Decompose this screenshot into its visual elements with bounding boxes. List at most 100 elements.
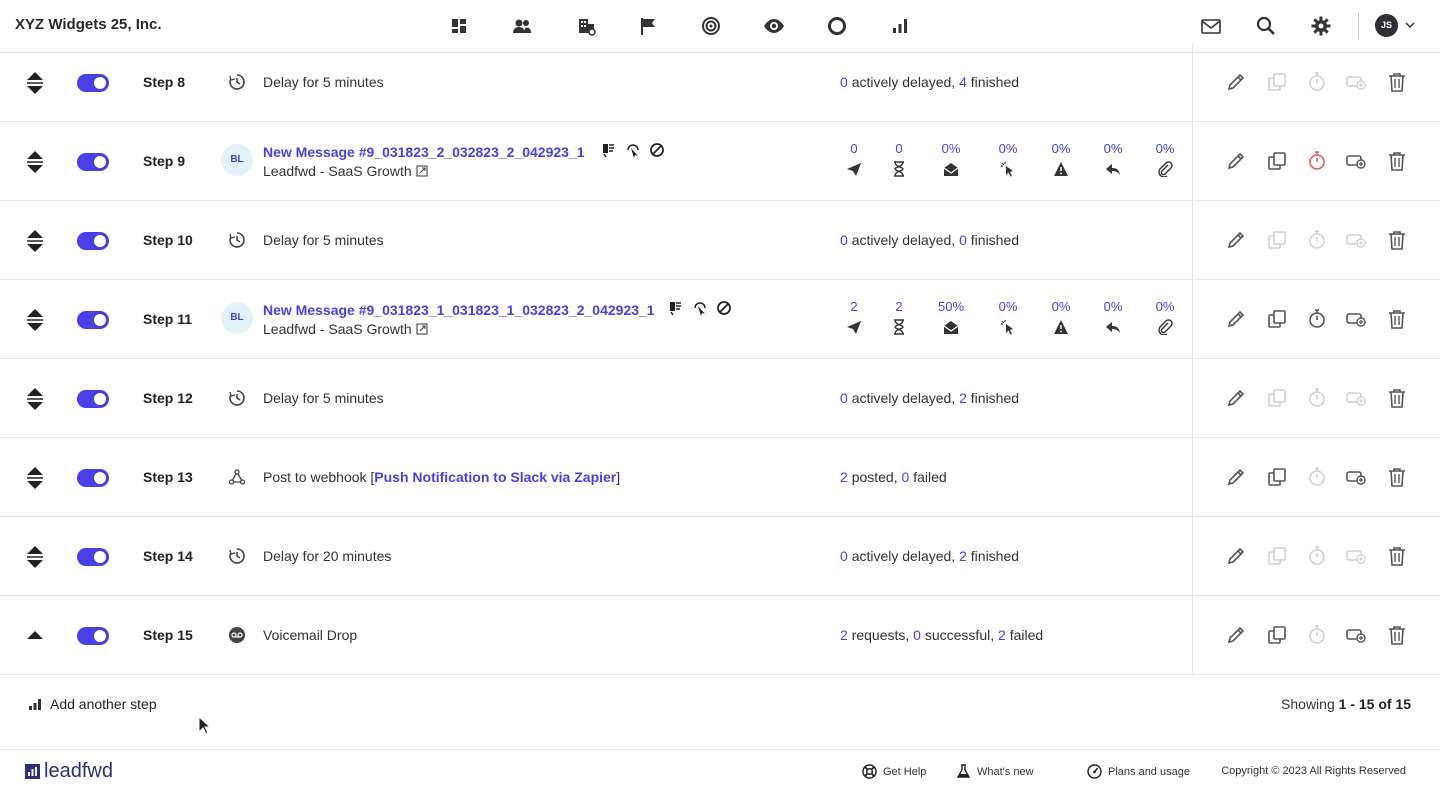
- trash-icon[interactable]: [1386, 545, 1408, 567]
- metric-sent: 0: [832, 141, 876, 177]
- timer-icon[interactable]: [1306, 150, 1328, 172]
- duplicate-icon[interactable]: [1266, 624, 1288, 646]
- gauge-icon: [1087, 764, 1102, 779]
- visitors-icon[interactable]: [763, 15, 785, 37]
- metric-attachment: 0%: [1143, 299, 1187, 335]
- trash-icon[interactable]: [1386, 308, 1408, 330]
- edit-pencil-icon[interactable]: [1225, 387, 1247, 409]
- copyright: Copyright © 2023 All Rights Reserved: [1221, 765, 1406, 777]
- metric-opened: 0%: [929, 141, 973, 177]
- campaigns-icon[interactable]: [637, 15, 659, 37]
- edit-pencil-icon[interactable]: [1225, 150, 1247, 172]
- step-label: Step 15: [143, 627, 193, 643]
- search-icon[interactable]: [1255, 15, 1277, 37]
- step-label: Step 11: [143, 311, 193, 327]
- contacts-icon[interactable]: [511, 15, 533, 37]
- reports-icon[interactable]: [889, 15, 911, 37]
- circle-icon[interactable]: [826, 15, 848, 37]
- paper-plane-icon: [846, 319, 862, 335]
- external-link-icon: [416, 165, 428, 177]
- reorder-handle-icon[interactable]: [26, 466, 44, 490]
- edit-pencil-icon[interactable]: [1225, 545, 1247, 567]
- mouse-cursor-icon: [198, 716, 212, 735]
- add-branch-icon[interactable]: [1345, 150, 1367, 172]
- paperclip-icon: [1157, 161, 1173, 177]
- message-title-link[interactable]: New Message #9_031823_2_032823_2_042923_…: [263, 144, 585, 160]
- step-row: Step 15 Voicemail Drop 2 requests, 0 suc…: [0, 596, 1440, 675]
- add-branch-icon[interactable]: [1345, 466, 1367, 488]
- reply-icon: [1105, 161, 1121, 177]
- no-unsubscribe-icon: [649, 142, 665, 158]
- edit-pencil-icon[interactable]: [1225, 229, 1247, 251]
- metric-bounced: 0%: [1039, 141, 1083, 177]
- step-row: Step 10 Delay for 5 minutes 0 actively d…: [0, 201, 1440, 280]
- step-enabled-toggle[interactable]: [77, 153, 109, 171]
- trash-icon[interactable]: [1386, 624, 1408, 646]
- dashboard-icon[interactable]: [448, 15, 470, 37]
- trash-icon[interactable]: [1386, 71, 1408, 93]
- step-enabled-toggle[interactable]: [77, 390, 109, 408]
- step-row: Step 12 Delay for 5 minutes 0 actively d…: [0, 359, 1440, 438]
- metric-pending: 2: [877, 299, 921, 335]
- step-enabled-toggle[interactable]: [77, 627, 109, 645]
- message-campaign: Leadfwd - SaaS Growth: [263, 163, 428, 179]
- add-step-button[interactable]: Add another step: [28, 696, 157, 712]
- add-step-icon: [29, 699, 41, 710]
- move-up-icon[interactable]: [26, 624, 44, 648]
- reorder-handle-icon[interactable]: [26, 150, 44, 174]
- add-branch-icon: [1345, 229, 1367, 251]
- step-enabled-toggle[interactable]: [77, 311, 109, 329]
- reorder-handle-icon[interactable]: [26, 545, 44, 569]
- reorder-handle-icon[interactable]: [26, 229, 44, 253]
- pagination-summary: Showing 1 - 15 of 15: [1281, 696, 1411, 712]
- trash-icon[interactable]: [1386, 229, 1408, 251]
- mail-icon[interactable]: [1200, 15, 1222, 37]
- tracking-icon: [668, 300, 684, 316]
- get-help-link[interactable]: Get Help: [862, 764, 926, 779]
- metric-replied: 0%: [1091, 141, 1135, 177]
- logo-icon: [25, 764, 40, 779]
- add-branch-icon[interactable]: [1345, 624, 1367, 646]
- open-envelope-icon: [943, 161, 959, 177]
- account-name[interactable]: XYZ Widgets 25, Inc.: [15, 16, 162, 33]
- step-enabled-toggle[interactable]: [77, 74, 109, 92]
- goals-icon[interactable]: [700, 15, 722, 37]
- metric-clicked: 0%: [986, 141, 1030, 177]
- trash-icon[interactable]: [1386, 150, 1408, 172]
- gear-icon[interactable]: [1310, 15, 1332, 37]
- tracking-icon: [601, 142, 617, 158]
- reorder-handle-icon[interactable]: [26, 308, 44, 332]
- reorder-handle-icon[interactable]: [26, 387, 44, 411]
- webhook-link[interactable]: Push Notification to Slack via Zapier: [374, 469, 616, 485]
- plans-usage-link[interactable]: Plans and usage: [1087, 764, 1190, 779]
- metric-sent: 2: [832, 299, 876, 335]
- avatar[interactable]: JS: [1375, 14, 1398, 37]
- duplicate-icon[interactable]: [1266, 150, 1288, 172]
- step-row: Step 11 BL New Message #9_031823_1_03182…: [0, 280, 1440, 359]
- header-divider: [1358, 12, 1359, 40]
- message-title-link[interactable]: New Message #9_031823_1_031823_1_032823_…: [263, 302, 655, 318]
- trash-icon[interactable]: [1386, 387, 1408, 409]
- timer-icon[interactable]: [1306, 308, 1328, 330]
- leadfwd-logo[interactable]: leadfwd: [25, 760, 113, 783]
- edit-pencil-icon[interactable]: [1225, 466, 1247, 488]
- edit-pencil-icon[interactable]: [1225, 624, 1247, 646]
- cursor-click-icon: [1000, 161, 1016, 177]
- edit-pencil-icon[interactable]: [1225, 308, 1247, 330]
- step-enabled-toggle[interactable]: [77, 469, 109, 487]
- external-link-icon: [416, 323, 428, 335]
- reorder-handle-icon[interactable]: [26, 71, 44, 95]
- trash-icon[interactable]: [1386, 466, 1408, 488]
- step-label: Step 12: [143, 390, 193, 406]
- step-description: Delay for 5 minutes: [263, 390, 384, 406]
- add-branch-icon[interactable]: [1345, 308, 1367, 330]
- step-enabled-toggle[interactable]: [77, 548, 109, 566]
- duplicate-icon[interactable]: [1266, 466, 1288, 488]
- edit-pencil-icon[interactable]: [1225, 71, 1247, 93]
- step-enabled-toggle[interactable]: [77, 232, 109, 250]
- chevron-down-icon[interactable]: [1404, 18, 1416, 30]
- whats-new-link[interactable]: What's new: [956, 764, 1034, 779]
- companies-icon[interactable]: [576, 15, 598, 37]
- step-stats: 0 actively delayed, 0 finished: [840, 232, 1020, 248]
- duplicate-icon[interactable]: [1266, 308, 1288, 330]
